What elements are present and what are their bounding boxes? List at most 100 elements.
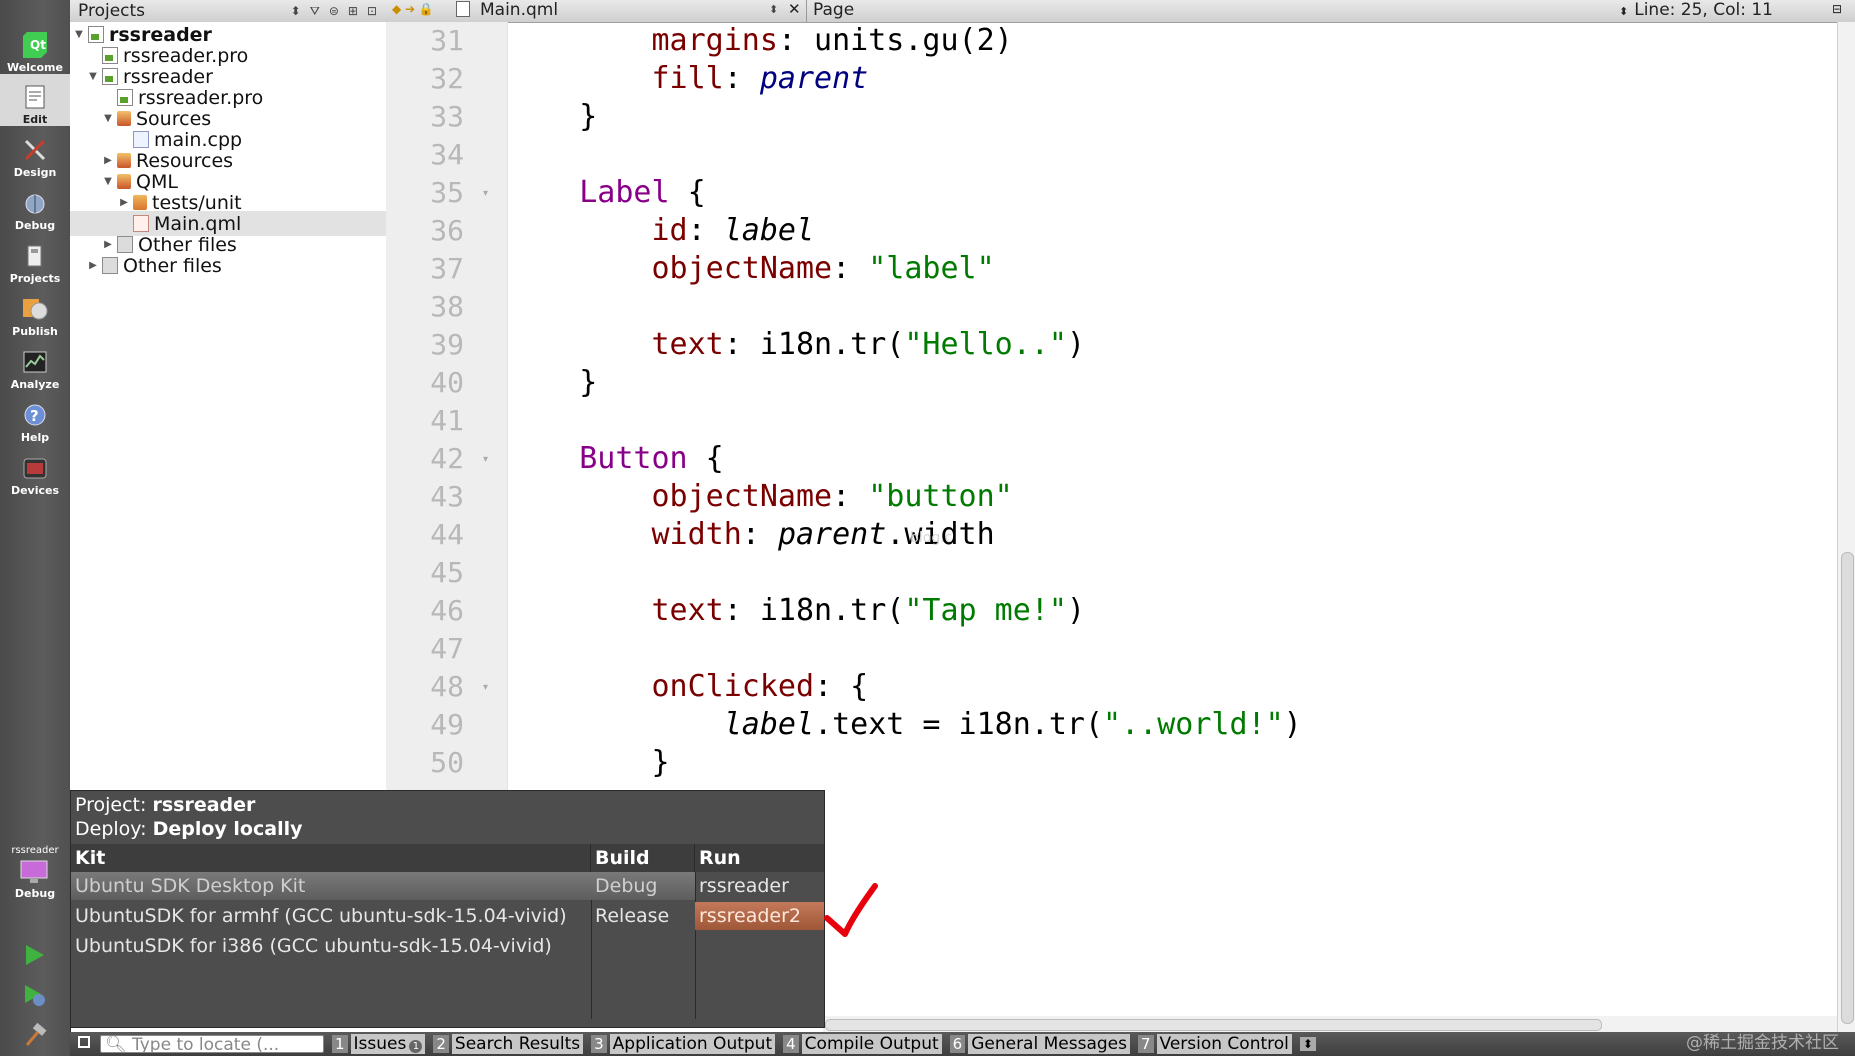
navigator-title: Projects bbox=[78, 1, 146, 21]
run-item-selected[interactable]: rssreader2 bbox=[695, 902, 824, 930]
symbol-combo[interactable]: Page bbox=[813, 0, 854, 20]
line-number: 49 bbox=[430, 708, 464, 741]
issues-count-badge: 1 bbox=[409, 1040, 423, 1053]
kit-item[interactable]: Ubuntu SDK Desktop Kit bbox=[71, 872, 591, 900]
expand-arrow-icon[interactable]: ▼ bbox=[101, 176, 115, 187]
build-item[interactable]: Release bbox=[591, 902, 695, 930]
code-line: } bbox=[507, 745, 670, 780]
check-mark-icon bbox=[824, 883, 878, 937]
line-number-gutter: 31 32 33 34 35 ▾ 36 37 38 39 40 41 42 ▾ 43 44 45 46 47 48 ▾ 4… bbox=[386, 22, 508, 790]
mode-design[interactable]: Design bbox=[0, 127, 70, 179]
mode-debug[interactable]: Debug bbox=[0, 180, 70, 232]
close-file-icon[interactable]: ✕ bbox=[788, 0, 801, 18]
line-number: 33 bbox=[430, 100, 464, 133]
target-build-mode: Debug bbox=[14, 887, 56, 900]
mode-devices[interactable]: Devices bbox=[0, 445, 70, 497]
collapse-arrow-icon[interactable]: ▶ bbox=[86, 260, 100, 271]
tab-issues[interactable]: 1 Issues 1 bbox=[332, 1034, 426, 1054]
run-button[interactable] bbox=[0, 935, 70, 975]
navigate-back-forward-icon[interactable]: ◆ ➔ 🔒 bbox=[392, 2, 434, 16]
code-line: id: label bbox=[651, 213, 815, 248]
debug-run-button[interactable] bbox=[0, 975, 70, 1015]
split-editor-icon[interactable]: ⊟ bbox=[1832, 2, 1842, 16]
build-item[interactable]: Debug bbox=[591, 872, 695, 900]
fold-marker-icon[interactable]: ▾ bbox=[483, 454, 488, 465]
combo-arrow-icon[interactable]: ⬍ bbox=[291, 4, 301, 18]
link-icon[interactable]: ⊜ bbox=[329, 4, 339, 18]
code-line: } bbox=[507, 99, 598, 134]
mode-publish[interactable]: Publish bbox=[0, 286, 70, 338]
kit-item[interactable]: UbuntuSDK for armhf (GCC ubuntu-sdk-15.0… bbox=[71, 902, 591, 930]
svg-text:Qt: Qt bbox=[30, 38, 46, 52]
mode-help[interactable]: ? Help bbox=[0, 392, 70, 444]
cpp-file-icon bbox=[133, 131, 149, 148]
code-line: Button { bbox=[579, 441, 724, 476]
svg-text:?: ? bbox=[30, 407, 39, 425]
projects-wrench-icon bbox=[22, 243, 48, 269]
tab-general-messages[interactable]: 6 General Messages bbox=[949, 1034, 1130, 1054]
combo-arrow-icon[interactable]: ⬍ bbox=[769, 3, 778, 16]
expand-arrow-icon[interactable]: ▼ bbox=[72, 29, 86, 40]
code-editor[interactable]: margins: units.gu(2) fill: parent } Labe… bbox=[507, 22, 1837, 790]
search-icon: 🔍︎ bbox=[105, 1035, 132, 1053]
run-item[interactable]: rssreader bbox=[695, 872, 824, 900]
line-number: 41 bbox=[430, 404, 464, 437]
split-icon[interactable]: ⊞ bbox=[348, 4, 358, 18]
collapse-arrow-icon[interactable]: ▶ bbox=[101, 155, 115, 166]
mode-projects[interactable]: Projects bbox=[0, 233, 70, 285]
mode-selector-sidebar: Qt Welcome Edit Design Debug Projects Pu… bbox=[0, 0, 71, 1056]
tab-version-control[interactable]: 7 Version Control bbox=[1137, 1034, 1292, 1054]
folder-icon bbox=[117, 174, 131, 189]
collapse-arrow-icon[interactable]: ▶ bbox=[117, 197, 131, 208]
edit-document-icon bbox=[22, 84, 48, 110]
close-pane-icon[interactable]: ⊡ bbox=[367, 4, 377, 18]
more-tabs-icon[interactable]: ⬍ bbox=[1299, 1037, 1316, 1051]
line-number: 32 bbox=[430, 62, 464, 95]
tab-compile-output[interactable]: 4 Compile Output bbox=[783, 1034, 942, 1054]
kit-list: Ubuntu SDK Desktop Kit UbuntuSDK for arm… bbox=[71, 872, 592, 1019]
play-icon bbox=[26, 945, 44, 965]
qt-logo-icon: Qt bbox=[22, 32, 48, 58]
expand-arrow-icon[interactable]: ▼ bbox=[101, 113, 115, 124]
vertical-scrollbar[interactable] bbox=[1837, 22, 1855, 1032]
tab-search-results[interactable]: 2 Search Results bbox=[433, 1034, 584, 1054]
code-line: onClicked: { bbox=[651, 669, 869, 704]
expand-arrow-icon[interactable]: ▼ bbox=[86, 71, 100, 82]
build-button[interactable] bbox=[0, 1015, 70, 1055]
project-file-icon bbox=[88, 26, 104, 43]
line-number: 36 bbox=[430, 214, 464, 247]
kit-selector-popup: Project: rssreader Deploy: Deploy locall… bbox=[70, 790, 825, 1028]
filter-icon[interactable]: ⛛ bbox=[310, 4, 320, 19]
combo-arrow-icon: ⬍ bbox=[1619, 5, 1629, 18]
cursor-position[interactable]: ⬍ Line: 25, Col: 11 bbox=[1619, 0, 1773, 20]
horizontal-scrollbar[interactable] bbox=[823, 1016, 1837, 1032]
target-kit-selector[interactable]: rssreader Debug bbox=[0, 845, 70, 915]
debug-bug-icon bbox=[22, 190, 48, 216]
open-file-combo[interactable]: Main.qml bbox=[456, 0, 558, 20]
code-line: objectName: "label" bbox=[651, 251, 995, 286]
line-number: 39 bbox=[430, 328, 464, 361]
target-project-name: rssreader bbox=[11, 845, 59, 856]
mode-analyze[interactable]: Analyze bbox=[0, 339, 70, 391]
code-line: margins: units.gu(2) bbox=[651, 23, 1013, 58]
tree-item-other-files[interactable]: ▶ Other files bbox=[70, 253, 386, 278]
collapse-arrow-icon[interactable]: ▶ bbox=[101, 239, 115, 250]
fold-marker-icon[interactable]: ▾ bbox=[483, 188, 488, 199]
line-number: 44 bbox=[430, 518, 464, 551]
code-line: label.text = i18n.tr("..world!") bbox=[723, 707, 1302, 742]
tab-application-output[interactable]: 3 Application Output bbox=[591, 1034, 776, 1054]
locator-input[interactable]: 🔍︎ Type to locate (... bbox=[100, 1035, 324, 1053]
line-number: 45 bbox=[430, 556, 464, 589]
kit-item[interactable]: UbuntuSDK for i386 (GCC ubuntu-sdk-15.04… bbox=[71, 932, 591, 960]
brand-watermark: @稀土掘金技术社区 bbox=[1686, 1033, 1839, 1053]
mode-welcome[interactable]: Qt Welcome bbox=[0, 22, 70, 74]
watermark: blog.c bbox=[910, 530, 953, 546]
fold-marker-icon[interactable]: ▾ bbox=[483, 682, 488, 693]
line-number: 31 bbox=[430, 24, 464, 57]
toggle-sidebar-icon[interactable] bbox=[78, 1036, 90, 1048]
folder-icon bbox=[117, 111, 131, 126]
mode-edit[interactable]: Edit bbox=[0, 74, 70, 126]
line-number: 50 bbox=[430, 746, 464, 779]
line-number: 47 bbox=[430, 632, 464, 665]
line-number: 38 bbox=[430, 290, 464, 323]
